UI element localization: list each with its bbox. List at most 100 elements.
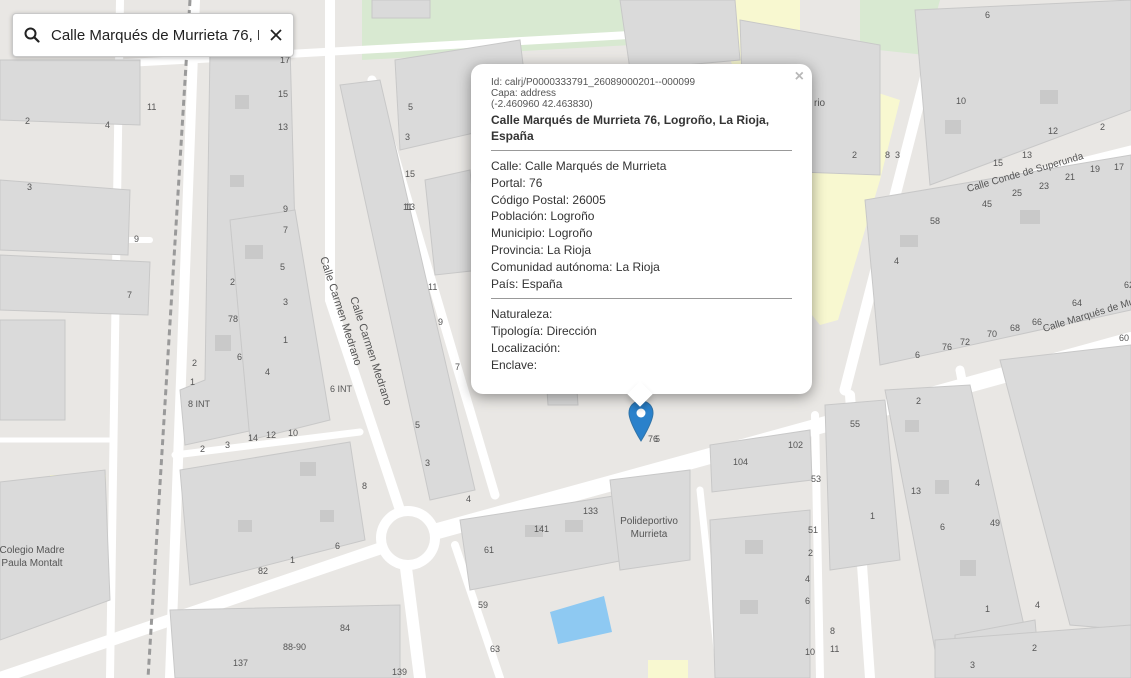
search-input[interactable] [51, 26, 259, 44]
house-number: 60 [1119, 333, 1129, 343]
field-label: Comunidad autónoma: [491, 259, 613, 274]
poi-label: Colegio Madre [0, 545, 65, 556]
feature-popup: × Id: calrj/P0000333791_26089000201--000… [471, 64, 812, 407]
field-row: Portal: 76 [491, 175, 792, 192]
search-box[interactable] [12, 13, 294, 57]
popup-title: Calle Marqués de Murrieta 76, Logroño, L… [491, 113, 770, 143]
house-number: 10 [805, 647, 815, 657]
house-number: 4 [105, 120, 110, 130]
house-number: 72 [960, 337, 970, 347]
house-number: 2 [200, 444, 205, 454]
field-value: La Rioja [547, 242, 592, 257]
house-number: 3 [425, 458, 430, 468]
field-row: Calle: Calle Marqués de Murrieta [491, 158, 792, 175]
house-number: 9 [134, 234, 139, 244]
field-value: La Rioja [615, 259, 660, 274]
field-label: Tipología: [491, 324, 544, 339]
house-number: 9 [283, 204, 288, 214]
house-number: 6 [237, 352, 242, 362]
field-row: Comunidad autónoma: La Rioja [491, 259, 792, 276]
house-number: 58 [930, 216, 940, 226]
house-number: 7 [127, 290, 132, 300]
house-number: 68 [1010, 323, 1020, 333]
field-row: Municipio: Logroño [491, 225, 792, 242]
field-row: Código Postal: 26005 [491, 192, 792, 209]
house-number: 3 [283, 297, 288, 307]
house-number: 13 [911, 486, 921, 496]
marker-house-number: 76 [648, 434, 659, 444]
house-number: 2 [230, 277, 235, 287]
field-value: 26005 [572, 192, 606, 207]
house-number: 3 [27, 182, 32, 192]
field-row: Enclave: [491, 357, 792, 374]
house-number: 6 [985, 10, 990, 20]
house-number: 9 [438, 317, 443, 327]
house-number: 4 [1035, 600, 1040, 610]
poi-label: Murrieta [631, 529, 668, 540]
field-label: Enclave: [491, 357, 538, 372]
house-number: 23 [1039, 181, 1049, 191]
field-label: País: [491, 276, 519, 291]
house-number: 15 [278, 89, 288, 99]
house-number: 76 [942, 342, 952, 352]
house-number: 21 [1065, 172, 1075, 182]
extra-fields: Naturaleza: Tipología: Dirección Localiza… [491, 306, 792, 373]
house-number: 13 [405, 202, 415, 212]
house-number: 1 [283, 335, 288, 345]
house-number: 64 [1072, 298, 1082, 308]
house-number: 61 [484, 545, 494, 555]
house-number: 19 [1090, 164, 1100, 174]
house-number: 1 [985, 604, 990, 614]
field-label: Provincia: [491, 242, 544, 257]
address-fields: Calle: Calle Marqués de Murrieta Portal: … [491, 158, 792, 292]
house-number: 6 [335, 541, 340, 551]
house-number: 2 [1100, 122, 1105, 132]
house-number: 8 [362, 481, 367, 491]
house-number: 4 [265, 367, 270, 377]
poi-label: Paula Montalt [1, 558, 62, 569]
house-number: 12 [266, 430, 276, 440]
house-number: 51 [808, 525, 818, 535]
school-area [648, 660, 688, 678]
field-row: Localización: [491, 340, 792, 357]
house-number: 12 [1048, 126, 1058, 136]
field-row: Provincia: La Rioja [491, 242, 792, 259]
house-number: 7 [283, 225, 288, 235]
house-number: 8 [885, 150, 890, 160]
house-number: 14 [248, 433, 258, 443]
field-row: Naturaleza: [491, 306, 792, 323]
close-icon[interactable] [259, 29, 293, 41]
house-number: 13 [1022, 150, 1032, 160]
house-number: 10 [956, 96, 966, 106]
house-number: 49 [990, 518, 1000, 528]
poi-label: rio [814, 98, 826, 109]
house-number: 133 [583, 506, 598, 516]
house-number: 2 [916, 396, 921, 406]
field-label: Código Postal: [491, 192, 570, 207]
house-number: 6 [940, 522, 945, 532]
house-number: 17 [1114, 162, 1124, 172]
feature-layer: Capa: address [491, 88, 557, 99]
field-label: Municipio: [491, 226, 546, 241]
house-number: 59 [478, 600, 488, 610]
house-number: 66 [1032, 317, 1042, 327]
house-number: 2 [808, 548, 813, 558]
house-number: 5 [408, 102, 413, 112]
feature-id: Id: calrj/P0000333791_26089000201--00009… [491, 77, 696, 88]
house-number: 11 [830, 644, 839, 654]
house-number: 137 [233, 658, 248, 668]
field-row: Tipología: Dirección [491, 323, 792, 340]
house-number: 141 [534, 524, 549, 534]
house-number: 62 [1124, 280, 1131, 290]
house-number: 3 [405, 132, 410, 142]
house-number: 6 [915, 350, 920, 360]
field-label: Portal: [491, 175, 526, 190]
search-icon[interactable] [13, 27, 51, 43]
house-number: 84 [340, 623, 350, 633]
popup-close-button[interactable]: × [795, 68, 804, 86]
house-number: 2 [852, 150, 857, 160]
field-label: Naturaleza: [491, 307, 553, 322]
house-number: 25 [1012, 188, 1022, 198]
house-number: 2 [192, 358, 197, 368]
house-number: 11 [428, 282, 437, 292]
